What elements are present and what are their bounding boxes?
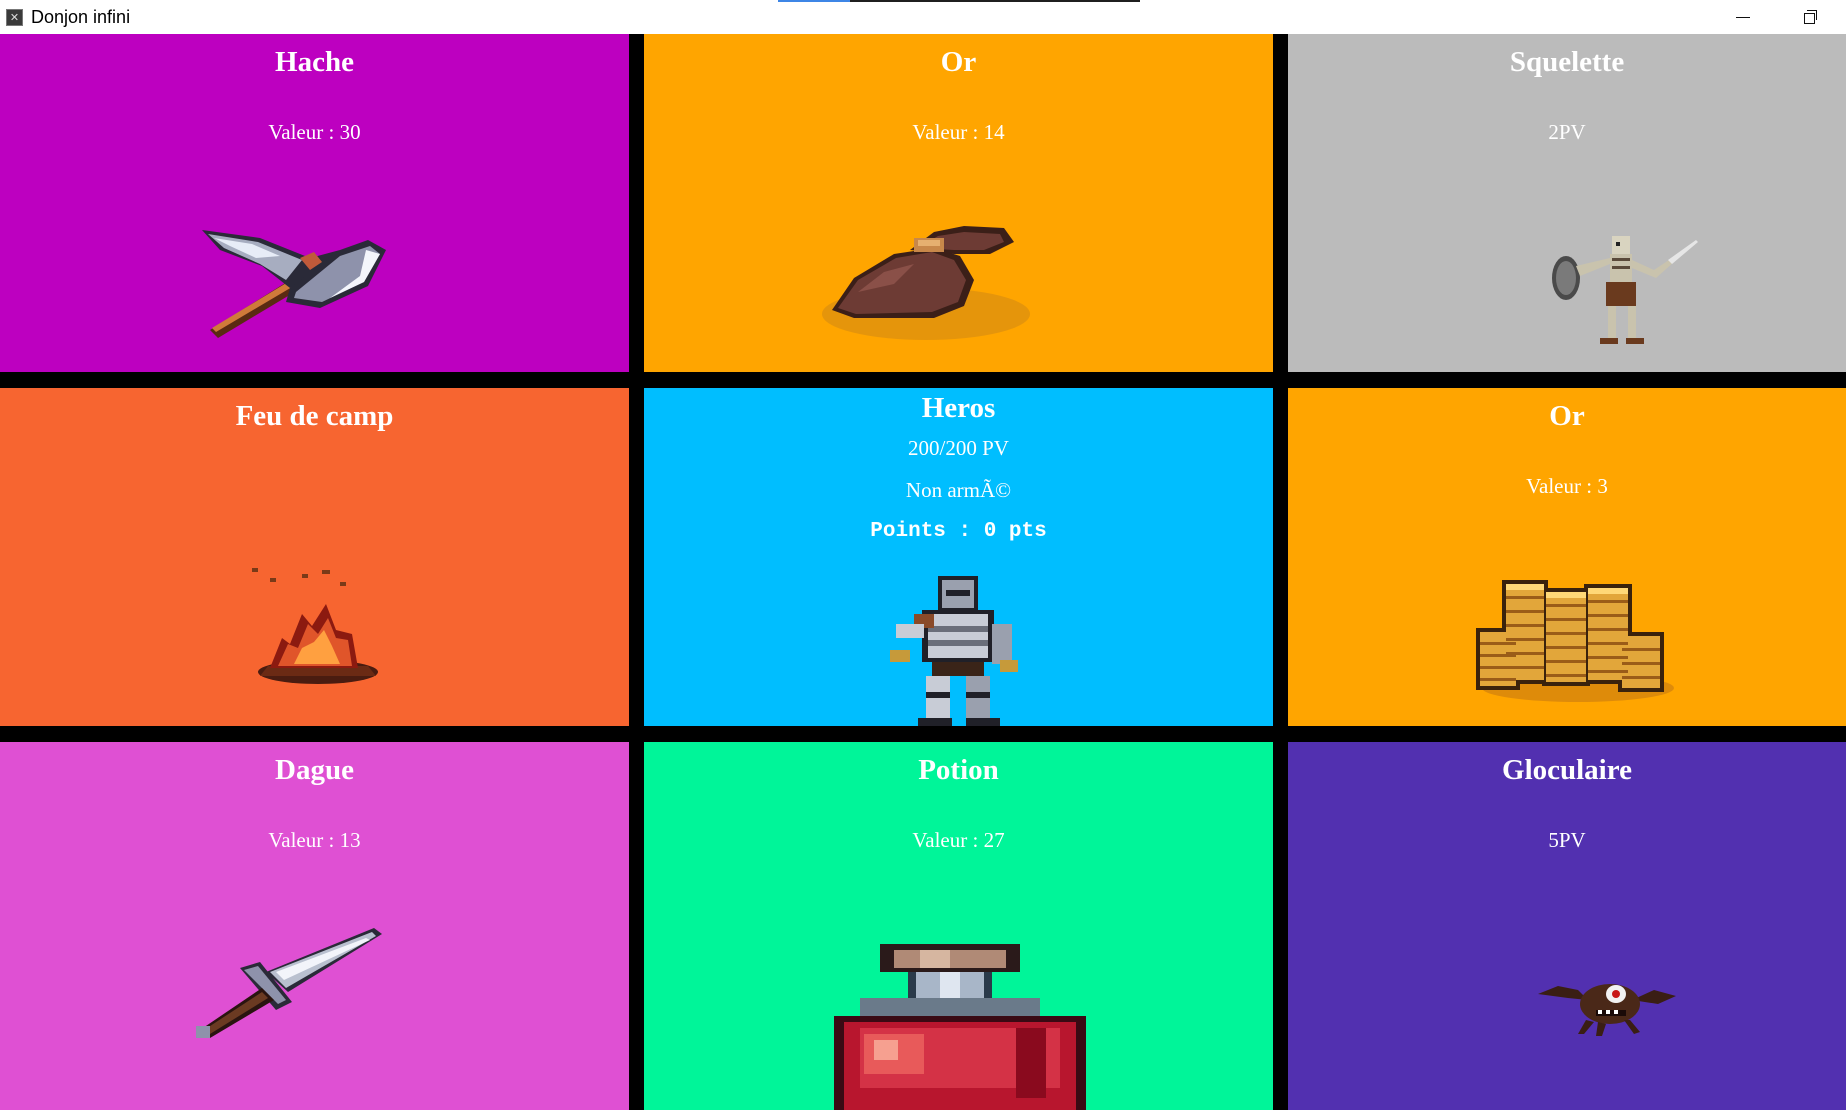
loading-progress-bar xyxy=(778,0,1140,2)
window-title: Donjon infini xyxy=(31,7,131,27)
minimize-button[interactable] xyxy=(1715,0,1771,34)
card-gloculaire[interactable]: Gloculaire 5PV xyxy=(1288,742,1846,1110)
card-or[interactable]: Or Valeur : 14 xyxy=(644,34,1273,372)
skeleton-icon xyxy=(1552,236,1698,344)
restore-icon xyxy=(1804,10,1818,24)
card-hache[interactable]: Hache Valeur : 30 xyxy=(0,34,629,372)
card-heros[interactable]: Heros 200/200 PV Non armÃ© Points : 0 pt… xyxy=(644,388,1273,726)
potion-icon xyxy=(834,944,1086,1110)
hero-name: Heros xyxy=(921,392,996,424)
dagger-icon xyxy=(196,928,382,1038)
card-title: Or xyxy=(1549,400,1585,432)
sword-cross-icon: ✕ xyxy=(6,9,23,26)
card-value: 2PV xyxy=(1548,120,1586,144)
knight-icon xyxy=(890,576,1018,726)
card-value: Valeur : 30 xyxy=(268,120,361,144)
hero-health: 200/200 PV xyxy=(908,436,1009,460)
card-title: Feu de camp xyxy=(235,400,394,432)
card-title: Or xyxy=(940,46,977,78)
hero-points: Points : 0 pts xyxy=(870,520,1047,543)
campfire-icon xyxy=(252,568,378,684)
card-dague[interactable]: Dague Valeur : 13 xyxy=(0,742,629,1110)
card-value: Valeur : 13 xyxy=(268,828,361,852)
axe-icon xyxy=(202,230,386,338)
card-potion[interactable]: Potion Valeur : 27 xyxy=(644,742,1273,1110)
card-value: Valeur : 27 xyxy=(912,828,1005,852)
card-or-coins[interactable]: Or Valeur : 3 xyxy=(1288,388,1846,726)
title-bar: ✕ Donjon infini xyxy=(0,0,1846,34)
eye-monster-icon xyxy=(1538,984,1676,1036)
card-title: Gloculaire xyxy=(1502,754,1632,786)
gold-coins-icon xyxy=(1476,580,1674,702)
card-title: Hache xyxy=(275,46,354,78)
gold-bag-icon xyxy=(822,226,1030,340)
restore-button[interactable] xyxy=(1783,0,1839,34)
minimize-icon xyxy=(1736,16,1750,18)
dungeon-grid: Hache Valeur : 30 Or Valeur : 14 Squelet… xyxy=(0,34,1846,1110)
card-feu-de-camp[interactable]: Feu de camp xyxy=(0,388,629,726)
card-value: Valeur : 3 xyxy=(1526,474,1608,498)
card-title: Potion xyxy=(918,754,999,786)
card-title: Dague xyxy=(275,754,354,786)
card-squelette[interactable]: Squelette 2PV xyxy=(1288,34,1846,372)
loading-progress-fill xyxy=(778,0,851,2)
card-title: Squelette xyxy=(1509,46,1625,78)
card-value: 5PV xyxy=(1548,828,1586,852)
hero-weapon: Non armÃ© xyxy=(905,478,1012,502)
card-value: Valeur : 14 xyxy=(912,120,1005,144)
